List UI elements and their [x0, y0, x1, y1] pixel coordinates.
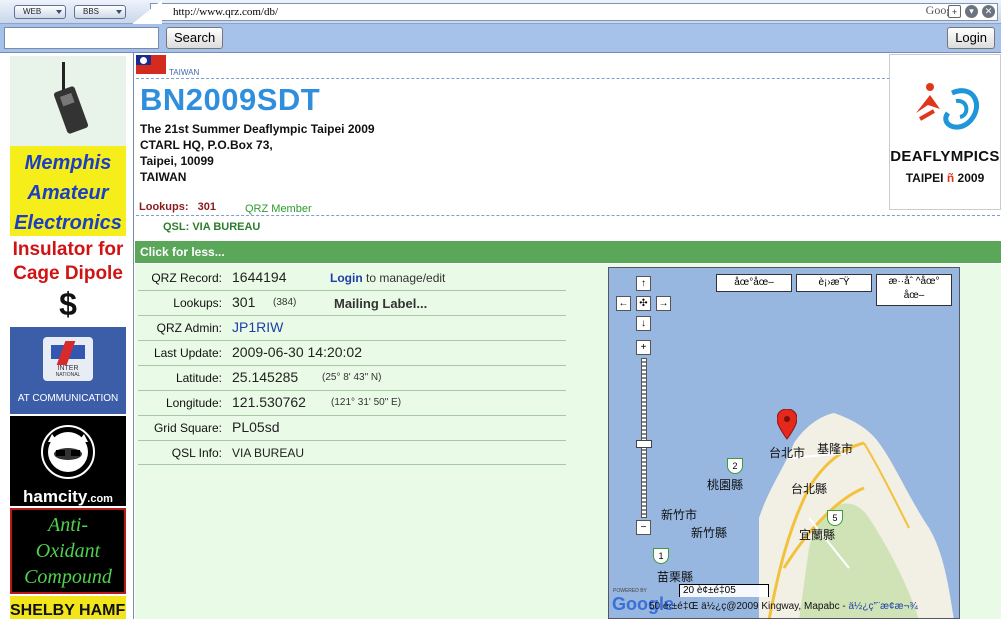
pan-down-button[interactable]: ↓ — [636, 316, 651, 331]
address-line: CTARL HQ, P.O.Box 73, — [140, 138, 273, 152]
highway-shield-icon: 2 — [727, 458, 743, 474]
zoom-out-button[interactable]: − — [636, 520, 651, 535]
ad-text: Compound — [24, 566, 112, 588]
country-label: TAIWAN — [169, 68, 200, 77]
dropdown-arrow-icon — [116, 10, 122, 14]
pan-left-button[interactable]: ← — [616, 296, 631, 311]
map-label: 桃園縣 — [707, 478, 744, 492]
zoom-slider[interactable] — [641, 358, 647, 518]
location-map[interactable]: ↑ ← ✣ → ↓ + − åœ°åœ– è¡›æ˜Ÿ æ··åˆ ^åœ° åœ… — [608, 267, 960, 619]
map-label: 台北市 — [769, 446, 806, 460]
address-line: TAIWAN — [140, 170, 187, 184]
login-button[interactable]: Login — [947, 27, 995, 49]
address-line: The 21st Summer Deaflympic Taipei 2009 — [140, 122, 375, 136]
ad-price: $ .35/each — [10, 286, 126, 325]
highway-shield-icon: 1 — [653, 548, 669, 564]
memphis-ad[interactable]: Memphis Amateur Electronics — [10, 146, 126, 236]
logo-text: DEAFLYMPICS — [890, 148, 1000, 165]
map-label: 新竹縣 — [691, 526, 728, 540]
address-block: The 21st Summer Deaflympic Taipei 2009 C… — [140, 121, 375, 185]
ad-text: hamcity — [23, 487, 88, 506]
detail-row-grid-square: Grid Square: PL05sd — [138, 416, 566, 441]
browser-toolbar: WEB BBS http://www.qrz.com/db/ Google + … — [0, 0, 1001, 24]
login-link[interactable]: Login — [330, 271, 363, 285]
ad-text: Electronics — [14, 212, 122, 234]
ad-text: Memphis — [24, 152, 112, 174]
pan-center-button[interactable]: ✣ — [636, 296, 651, 311]
ad-text: Oxidant — [35, 540, 101, 562]
highway-shield-icon: 5 — [827, 510, 843, 526]
detail-row-qsl-info: QSL Info: VIA BUREAU — [138, 441, 566, 465]
detail-row-lookups: Lookups: 301 (384) Mailing Label... — [138, 291, 566, 316]
insulator-ad[interactable]: Insulator for Cage Dipole $ .35/each — [10, 238, 126, 325]
detail-panel: QRZ Record: 1644194 Login to manage/edit… — [135, 264, 1001, 619]
ad-column: Memphis Amateur Electronics Insulator fo… — [0, 53, 133, 619]
dropdown-arrow-icon — [56, 10, 62, 14]
hamcity-ad[interactable]: hamcity.com — [10, 416, 126, 506]
url-text: http://www.qrz.com/db/ — [173, 6, 278, 18]
close-icon[interactable]: ✕ — [982, 5, 995, 18]
member-badge: QRZ Member — [245, 203, 312, 215]
handheld-radio-icon — [10, 56, 126, 146]
map-copyright: 50 è‹±é‡Œ ä½¿ç@2009 Kingway, Mapabc - ä½… — [649, 601, 918, 612]
qsl-route: QSL: VIA BUREAU — [163, 221, 261, 233]
deaflympics-logo: DEAFLYMPICS TAIPEI ñ 2009 — [889, 54, 1001, 210]
toggle-details-link[interactable]: Click for less... — [135, 241, 1001, 263]
divider — [136, 78, 1000, 79]
deaflympics-emblem-icon — [916, 83, 980, 130]
address-line: Taipei, 10099 — [140, 154, 214, 168]
radio-ad-image[interactable] — [10, 56, 126, 146]
pan-up-button[interactable]: ↑ — [636, 276, 651, 291]
dropdown-icon[interactable]: ▾ — [965, 5, 978, 18]
detail-row-latitude: Latitude: 25.145285 (25° 8' 43" N) — [138, 366, 566, 391]
pan-right-button[interactable]: → — [656, 296, 671, 311]
antioxidant-ad[interactable]: Anti- Oxidant Compound — [10, 508, 126, 594]
map-label: 宜蘭縣 — [799, 528, 836, 542]
inter-logo-icon: INTER NATIONAL — [43, 337, 93, 381]
bbs-menu-button[interactable]: BBS — [74, 5, 126, 19]
map-label: 苗栗縣 — [657, 570, 694, 584]
map-type-satellite-button[interactable]: è¡›æ˜Ÿ — [796, 274, 872, 292]
address-bar[interactable]: http://www.qrz.com/db/ — [150, 3, 998, 21]
detail-row-admin: QRZ Admin: JP1RIW — [138, 316, 566, 341]
terms-link[interactable]: ä½¿ç”¨æ¢æ¬¾ — [848, 601, 917, 612]
pig-mascot-icon — [41, 425, 95, 479]
inter-ad[interactable]: INTER NATIONAL AT COMMUNICATION — [10, 327, 126, 414]
ad-text: AT COMMUNICATION — [17, 393, 119, 404]
detail-row-last-update: Last Update: 2009-06-30 14:20:02 — [138, 341, 566, 366]
detail-row-qrz-record: QRZ Record: 1644194 Login to manage/edit — [138, 266, 566, 291]
ad-text: Insulator for — [12, 239, 124, 260]
shelby-ad[interactable]: SHELBY HAMFEST — [10, 596, 126, 619]
map-label: 台北縣 — [791, 482, 828, 496]
ad-text: Anti- — [48, 514, 88, 536]
map-label: 新竹市 — [661, 508, 698, 522]
ad-text: Cage Dipole — [13, 263, 123, 284]
zoom-in-button[interactable]: + — [636, 340, 651, 355]
logo-subtext: TAIPEI ñ 2009 — [905, 171, 985, 185]
admin-link[interactable]: JP1RIW — [232, 319, 283, 335]
map-scale-bar: 20 è¢±é‡05 — [679, 584, 769, 597]
ad-text: Amateur — [27, 182, 109, 204]
search-toolbar: Search Login — [0, 24, 1001, 53]
web-menu-button[interactable]: WEB — [14, 5, 66, 19]
divider — [136, 215, 1000, 216]
callsign-title: BN2009SDT — [140, 82, 321, 117]
map-type-map-button[interactable]: åœ°åœ– — [716, 274, 792, 292]
main-content: TAIWAN BN2009SDT The 21st Summer Deaflym… — [133, 53, 1001, 619]
lookups-count: Lookups: 301 — [139, 201, 217, 213]
map-type-hybrid-button[interactable]: æ··åˆ ^åœ° åœ– — [876, 274, 952, 306]
map-label: 基隆市 — [817, 442, 854, 456]
search-button[interactable]: Search — [166, 27, 224, 49]
search-input[interactable] — [4, 27, 159, 49]
detail-row-longitude: Longitude: 121.530762 (121° 31' 50" E) — [138, 391, 566, 416]
tab-edge — [132, 0, 162, 24]
taiwan-flag-icon — [136, 55, 166, 74]
zoom-handle[interactable] — [636, 440, 652, 448]
location-marker-icon[interactable] — [777, 409, 797, 441]
mailing-label-link[interactable]: Mailing Label... — [334, 296, 427, 311]
new-tab-icon[interactable]: + — [948, 5, 961, 18]
